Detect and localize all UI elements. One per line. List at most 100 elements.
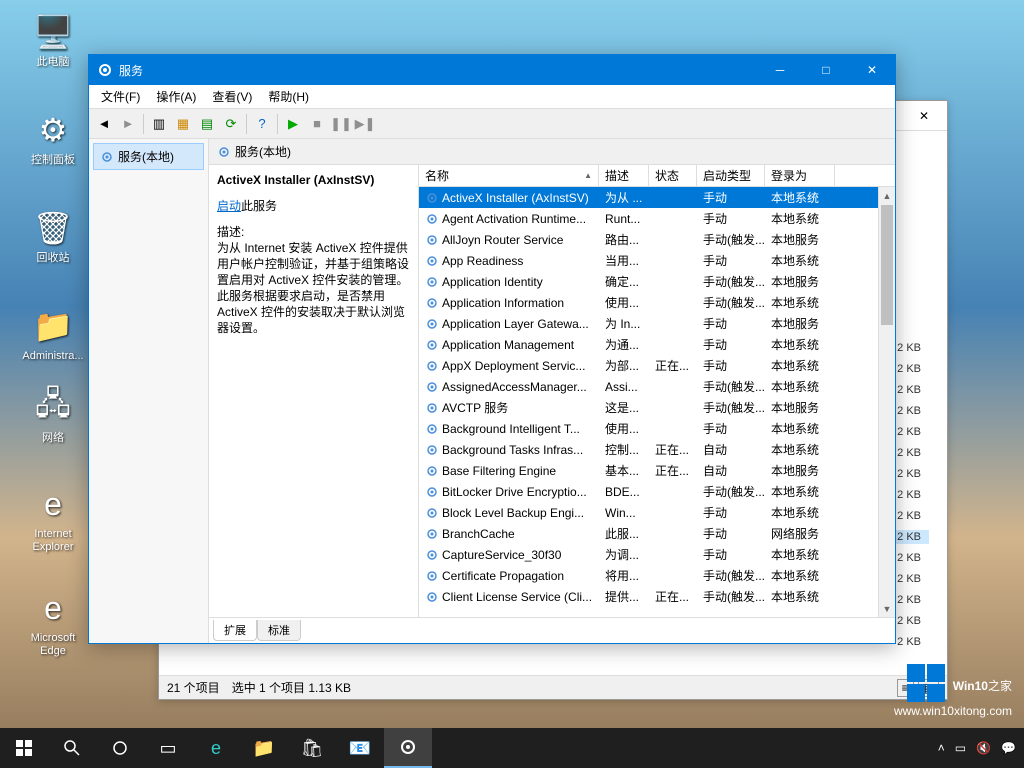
gear-icon bbox=[425, 464, 439, 478]
content-pane: 服务(本地) ActiveX Installer (AxInstSV) 启动此服… bbox=[209, 139, 895, 643]
service-row[interactable]: Block Level Backup Engi...Win...手动本地系统 bbox=[419, 502, 895, 523]
forward-button[interactable]: ► bbox=[117, 113, 139, 135]
view-tab[interactable]: 扩展 bbox=[213, 620, 257, 641]
menu-item[interactable]: 文件(F) bbox=[93, 85, 148, 108]
start-service-button[interactable]: ▶ bbox=[282, 113, 304, 135]
service-row[interactable]: AVCTP 服务这是...手动(触发...本地服务 bbox=[419, 397, 895, 418]
column-header[interactable]: 名称 ▲ bbox=[419, 165, 599, 186]
gear-icon bbox=[425, 296, 439, 310]
service-name: Certificate Propagation bbox=[442, 569, 564, 583]
service-start: 手动(触发... bbox=[697, 229, 765, 250]
menu-item[interactable]: 查看(V) bbox=[204, 85, 260, 108]
column-header[interactable]: 启动类型 bbox=[697, 165, 765, 186]
detail-pane: ActiveX Installer (AxInstSV) 启动此服务 描述: 为… bbox=[209, 165, 419, 617]
cortana-button[interactable] bbox=[96, 728, 144, 768]
service-start: 自动 bbox=[697, 460, 765, 481]
taskview-button[interactable]: ▭ bbox=[144, 728, 192, 768]
column-header[interactable]: 登录为 bbox=[765, 165, 835, 186]
desktop-icon[interactable]: 🖧网络 bbox=[18, 388, 88, 445]
close-button[interactable]: ✕ bbox=[849, 55, 895, 85]
desktop-icon-label: 回收站 bbox=[18, 252, 88, 265]
column-header[interactable]: 描述 bbox=[599, 165, 649, 186]
service-row[interactable]: ActiveX Installer (AxInstSV)为从 ...手动本地系统 bbox=[419, 187, 895, 208]
gear-icon bbox=[425, 338, 439, 352]
scroll-down-button[interactable]: ▼ bbox=[879, 600, 895, 617]
service-row[interactable]: AllJoyn Router Service路由...手动(触发...本地服务 bbox=[419, 229, 895, 250]
refresh-button[interactable]: ⟳ bbox=[220, 113, 242, 135]
service-row[interactable]: AppX Deployment Servic...为部...正在...手动本地系… bbox=[419, 355, 895, 376]
scroll-up-button[interactable]: ▲ bbox=[879, 187, 895, 204]
scroll-thumb[interactable] bbox=[881, 205, 893, 325]
column-header[interactable]: 状态 bbox=[649, 165, 697, 186]
service-row[interactable]: CaptureService_30f30为调...手动本地系统 bbox=[419, 544, 895, 565]
desktop-icon[interactable]: 📁Administra... bbox=[18, 306, 88, 363]
pause-service-button[interactable]: ❚❚ bbox=[330, 113, 352, 135]
vertical-scrollbar[interactable]: ▲ ▼ bbox=[878, 187, 895, 617]
service-name: BitLocker Drive Encryptio... bbox=[442, 485, 587, 499]
app-icon bbox=[97, 62, 113, 78]
gear-icon bbox=[425, 422, 439, 436]
bg-close-button[interactable]: ✕ bbox=[901, 101, 947, 131]
desktop-icon[interactable]: 🗑回收站 bbox=[18, 208, 88, 265]
services-window: 服务 ─ □ ✕ 文件(F)操作(A)查看(V)帮助(H) ◄ ► ▥ ▦ ▤ … bbox=[88, 54, 896, 644]
gear-icon bbox=[425, 590, 439, 604]
minimize-button[interactable]: ─ bbox=[757, 55, 803, 85]
service-row[interactable]: Client License Service (Cli...提供...正在...… bbox=[419, 586, 895, 607]
desktop-icon[interactable]: ⚙控制面板 bbox=[18, 110, 88, 167]
taskbar-store[interactable]: 🛍 bbox=[288, 728, 336, 768]
service-state: 正在... bbox=[649, 460, 697, 481]
taskbar-settings[interactable] bbox=[384, 728, 432, 768]
tray-notifications-icon[interactable]: 💬 bbox=[1001, 741, 1016, 755]
back-button[interactable]: ◄ bbox=[93, 113, 115, 135]
list-header: 名称 ▲描述状态启动类型登录为 bbox=[419, 165, 895, 187]
tree-node-services-local[interactable]: 服务(本地) bbox=[93, 143, 204, 170]
service-row[interactable]: AssignedAccessManager...Assi...手动(触发...本… bbox=[419, 376, 895, 397]
tray-network-icon[interactable]: ▭ bbox=[955, 741, 966, 755]
system-tray[interactable]: ˄ ▭ 🔇 💬 bbox=[930, 741, 1024, 755]
service-row[interactable]: Application Information使用...手动(触发...本地系统 bbox=[419, 292, 895, 313]
service-row[interactable]: App Readiness当用...手动本地系统 bbox=[419, 250, 895, 271]
service-state bbox=[649, 532, 697, 536]
service-row[interactable]: Application Identity确定...手动(触发...本地服务 bbox=[419, 271, 895, 292]
service-login: 本地服务 bbox=[765, 313, 835, 334]
desktop-icon[interactable]: eInternet Explorer bbox=[18, 484, 88, 554]
desktop-icon[interactable]: 🖥️此电脑 bbox=[18, 12, 88, 69]
show-hide-tree-button[interactable]: ▥ bbox=[148, 113, 170, 135]
desktop-icon-label: 控制面板 bbox=[18, 154, 88, 167]
list-body[interactable]: ActiveX Installer (AxInstSV)为从 ...手动本地系统… bbox=[419, 187, 895, 617]
service-row[interactable]: Agent Activation Runtime...Runt...手动本地系统 bbox=[419, 208, 895, 229]
service-row[interactable]: Background Tasks Infras...控制...正在...自动本地… bbox=[419, 439, 895, 460]
stop-service-button[interactable]: ■ bbox=[306, 113, 328, 135]
tray-chevron-icon[interactable]: ˄ bbox=[938, 741, 945, 755]
restart-service-button[interactable]: ▶❚ bbox=[354, 113, 376, 135]
menu-item[interactable]: 帮助(H) bbox=[260, 85, 317, 108]
taskbar-mail[interactable]: 📧 bbox=[336, 728, 384, 768]
service-desc: 为 In... bbox=[599, 313, 649, 334]
service-row[interactable]: Background Intelligent T...使用...手动本地系统 bbox=[419, 418, 895, 439]
service-row[interactable]: Certificate Propagation将用...手动(触发...本地系统 bbox=[419, 565, 895, 586]
service-row[interactable]: Application Management为通...手动本地系统 bbox=[419, 334, 895, 355]
service-start: 手动 bbox=[697, 544, 765, 565]
properties-button[interactable]: ▦ bbox=[172, 113, 194, 135]
service-row[interactable]: Application Layer Gatewa...为 In...手动本地服务 bbox=[419, 313, 895, 334]
menu-item[interactable]: 操作(A) bbox=[148, 85, 204, 108]
start-button[interactable] bbox=[0, 728, 48, 768]
help-button[interactable]: ? bbox=[251, 113, 273, 135]
gear-icon bbox=[425, 569, 439, 583]
service-login: 本地系统 bbox=[765, 187, 835, 208]
service-row[interactable]: Base Filtering Engine基本...正在...自动本地服务 bbox=[419, 460, 895, 481]
service-start: 手动 bbox=[697, 313, 765, 334]
export-button[interactable]: ▤ bbox=[196, 113, 218, 135]
start-service-link[interactable]: 启动 bbox=[217, 199, 241, 213]
taskbar-edge[interactable]: e bbox=[192, 728, 240, 768]
service-row[interactable]: BitLocker Drive Encryptio...BDE...手动(触发.… bbox=[419, 481, 895, 502]
tray-volume-icon[interactable]: 🔇 bbox=[976, 741, 991, 755]
view-tab[interactable]: 标准 bbox=[257, 620, 301, 641]
search-button[interactable] bbox=[48, 728, 96, 768]
taskbar-explorer[interactable]: 📁 bbox=[240, 728, 288, 768]
desktop-icon[interactable]: eMicrosoft Edge bbox=[18, 588, 88, 658]
maximize-button[interactable]: □ bbox=[803, 55, 849, 85]
service-desc: 当用... bbox=[599, 250, 649, 271]
service-row[interactable]: BranchCache此服...手动网络服务 bbox=[419, 523, 895, 544]
titlebar[interactable]: 服务 ─ □ ✕ bbox=[89, 55, 895, 85]
